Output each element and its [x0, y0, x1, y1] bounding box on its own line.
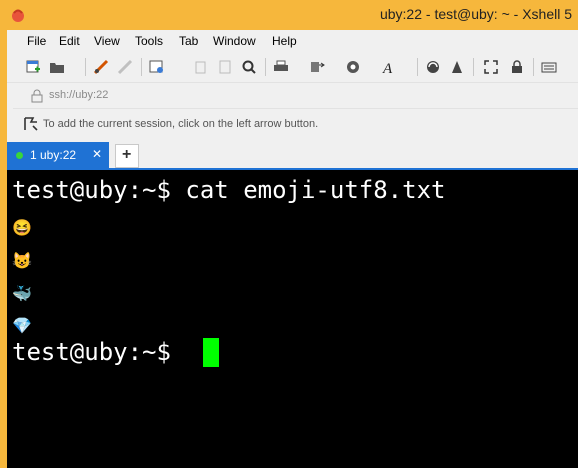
xagent-icon[interactable] [449, 59, 465, 75]
connect-icon[interactable] [93, 59, 109, 75]
terminal-area[interactable]: test@uby:~$ cat emoji-utf8.txt 😆 😺 🐳 💎 t… [7, 170, 578, 468]
menu-window[interactable]: Window [213, 34, 256, 48]
lock-icon[interactable] [509, 59, 525, 75]
menu-view[interactable]: View [94, 34, 120, 48]
find-icon[interactable] [241, 59, 257, 75]
transfer-icon[interactable] [309, 59, 325, 75]
paste-icon[interactable] [217, 59, 233, 75]
xftp-icon[interactable] [425, 59, 441, 75]
disconnect-icon[interactable] [117, 59, 133, 75]
connected-status-icon [16, 152, 23, 159]
menu-edit[interactable]: Edit [59, 34, 80, 48]
xshell-logo-icon[interactable] [10, 7, 26, 23]
menu-file[interactable]: File [27, 34, 46, 48]
tab-session[interactable]: 1 uby:22 ✕ [7, 142, 109, 168]
menu-help[interactable]: Help [272, 34, 297, 48]
plus-icon: + [122, 146, 132, 163]
terminal-line: 😺 [12, 251, 32, 270]
address-field[interactable]: ssh://uby:22 [49, 89, 108, 101]
session-hint-bar: To add the current session, click on the… [13, 111, 578, 137]
terminal-line: 💎 [12, 316, 32, 335]
properties-icon[interactable] [149, 59, 165, 75]
new-tab-button[interactable]: + [115, 144, 139, 168]
menu-bar: File Edit View Tools Tab Window Help [7, 30, 578, 52]
tab-bar: 1 uby:22 ✕ + [7, 142, 578, 170]
hint-text: To add the current session, click on the… [43, 118, 319, 130]
print-icon[interactable] [273, 59, 289, 75]
tab-label: 1 uby:22 [30, 148, 77, 162]
keyboard-icon[interactable] [541, 59, 557, 75]
new-session-icon[interactable] [25, 59, 41, 75]
font-icon[interactable]: A [381, 59, 397, 75]
main-frame: File Edit View Tools Tab Window Help A s… [7, 30, 578, 468]
svg-text:A: A [382, 61, 393, 75]
lock-icon [31, 89, 43, 103]
close-icon[interactable]: ✕ [92, 147, 102, 161]
copy-icon[interactable] [193, 59, 209, 75]
add-session-arrow-icon[interactable] [23, 116, 39, 132]
terminal-cursor [203, 338, 219, 367]
terminal-line: test@uby:~$ cat emoji-utf8.txt [12, 176, 446, 204]
title-bar[interactable]: uby:22 - test@uby: ~ - Xshell 5 [0, 0, 578, 30]
address-bar[interactable]: ssh://uby:22 [13, 84, 578, 109]
terminal-line: 🐳 [12, 284, 32, 303]
xshell-window: uby:22 - test@uby: ~ - Xshell 5 File Edi… [0, 0, 578, 468]
fullscreen-icon[interactable] [483, 59, 499, 75]
toolbar: A [7, 52, 578, 83]
terminal-prompt: test@uby:~$ [12, 338, 186, 366]
globe-icon[interactable] [345, 59, 361, 75]
window-title: uby:22 - test@uby: ~ - Xshell 5 [379, 6, 572, 22]
menu-tab[interactable]: Tab [179, 34, 198, 48]
terminal-line: 😆 [12, 218, 32, 237]
open-folder-icon[interactable] [49, 59, 65, 75]
menu-tools[interactable]: Tools [135, 34, 163, 48]
